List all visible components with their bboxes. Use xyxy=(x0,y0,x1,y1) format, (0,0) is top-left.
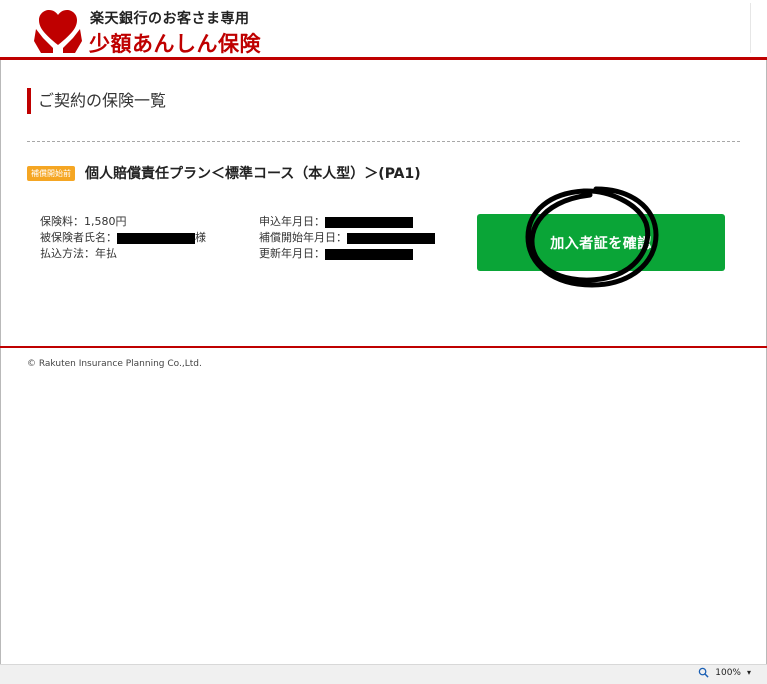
start-date-row: 補償開始年月日： xyxy=(259,230,435,246)
view-certificate-button[interactable]: 加入者証を確認 xyxy=(477,214,725,271)
redacted-name xyxy=(117,232,195,244)
zoom-control[interactable]: 100% ▾ xyxy=(698,667,751,678)
chevron-down-icon[interactable]: ▾ xyxy=(747,668,751,677)
heart-hands-logo-icon xyxy=(34,10,82,53)
footer-divider xyxy=(0,346,767,348)
brand-title: 少額あんしん保険 xyxy=(89,32,261,56)
insured-name-row: 被保険者氏名： 様 xyxy=(40,230,206,246)
page-title: ご契約の保険一覧 xyxy=(27,88,166,114)
magnifier-icon xyxy=(698,667,709,678)
redacted-start-date xyxy=(347,232,435,244)
renew-date-label: 更新年月日： xyxy=(259,247,325,260)
brand-subtitle: 楽天銀行のお客さま専用 xyxy=(90,11,250,27)
premium-text: 保険料：1,580円 xyxy=(40,215,127,228)
insured-name-suffix: 様 xyxy=(195,231,206,244)
copyright-text: © Rakuten Insurance Planning Co.,Ltd. xyxy=(27,359,202,369)
insured-name-label: 被保険者氏名： xyxy=(40,231,117,244)
payment-method-text: 払込方法：年払 xyxy=(40,247,117,260)
zoom-level: 100% xyxy=(715,667,741,678)
contract-info-right: 申込年月日： 補償開始年月日： 更新年月日： xyxy=(259,214,435,262)
divider xyxy=(27,141,740,142)
site-header: 楽天銀行のお客さま専用 少額あんしん保険 xyxy=(0,0,767,60)
contract-info-left: 保険料：1,580円 被保険者氏名： 様 払込方法：年払 xyxy=(40,214,206,262)
redacted-apply-date xyxy=(325,216,413,228)
start-date-label: 補償開始年月日： xyxy=(259,231,347,244)
plan-title: 個人賠償責任プラン＜標準コース（本人型）＞(PA1) xyxy=(85,166,421,182)
apply-date-row: 申込年月日： xyxy=(259,214,435,230)
status-bar: 100% ▾ xyxy=(0,664,767,684)
apply-date-label: 申込年月日： xyxy=(259,215,325,228)
redacted-renew-date xyxy=(325,248,413,260)
renew-date-row: 更新年月日： xyxy=(259,246,435,262)
scrollbar[interactable] xyxy=(750,3,762,53)
status-badge: 補償開始前 xyxy=(27,166,75,181)
